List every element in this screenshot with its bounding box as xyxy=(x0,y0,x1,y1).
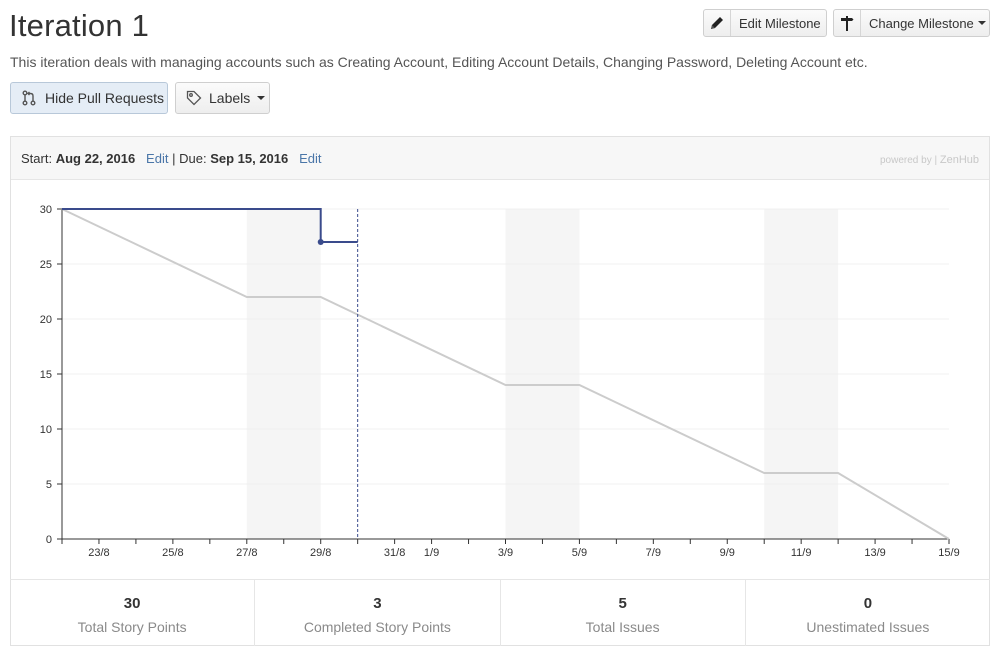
stat-total-issues: 5 Total Issues xyxy=(501,580,746,646)
milestone-stats: 30 Total Story Points 3 Completed Story … xyxy=(10,579,990,646)
y-tick-label: 15 xyxy=(40,369,52,381)
x-tick-label: 31/8 xyxy=(384,547,405,559)
y-tick-label: 30 xyxy=(40,204,52,216)
stat-completed-story-points: 3 Completed Story Points xyxy=(255,580,501,646)
y-tick-label: 25 xyxy=(40,259,52,271)
y-tick-label: 0 xyxy=(46,534,52,546)
stat-value: 30 xyxy=(123,595,141,612)
x-tick-label: 7/9 xyxy=(646,547,661,559)
x-tick-label: 27/8 xyxy=(236,547,257,559)
x-tick-label: 29/8 xyxy=(310,547,331,559)
x-tick-label: 25/8 xyxy=(162,547,183,559)
stat-total-story-points: 30 Total Story Points xyxy=(10,580,256,646)
x-tick-label: 1/9 xyxy=(424,547,439,559)
stat-value: 5 xyxy=(618,595,627,612)
stat-label: Completed Story Points xyxy=(303,619,451,635)
y-tick-label: 20 xyxy=(40,314,52,326)
x-tick-label: 23/8 xyxy=(88,547,109,559)
actual-data-point xyxy=(317,239,324,245)
burndown-chart: 0 5 10 15 20 25 30 23/8 25/8 27/8 29/8 31/8 1/9 3/9 5/… xyxy=(40,204,960,559)
x-tick-label: 5/9 xyxy=(572,547,587,559)
y-tick-label: 10 xyxy=(40,424,52,436)
x-tick-label: 3/9 xyxy=(498,547,513,559)
stat-label: Unestimated Issues xyxy=(806,619,930,635)
y-tick-label: 5 xyxy=(46,479,52,491)
stat-value: 0 xyxy=(863,595,873,612)
stat-label: Total Issues xyxy=(585,619,660,635)
x-tick-label: 9/9 xyxy=(720,547,735,559)
x-tick-label: 11/9 xyxy=(791,547,812,559)
stat-value: 3 xyxy=(373,595,382,612)
x-tick-label: 13/9 xyxy=(864,547,885,559)
stat-label: Total Story Points xyxy=(77,619,187,635)
x-tick-label: 15/9 xyxy=(938,547,959,559)
stat-unestimated-issues: 0 Unestimated Issues xyxy=(746,580,990,646)
